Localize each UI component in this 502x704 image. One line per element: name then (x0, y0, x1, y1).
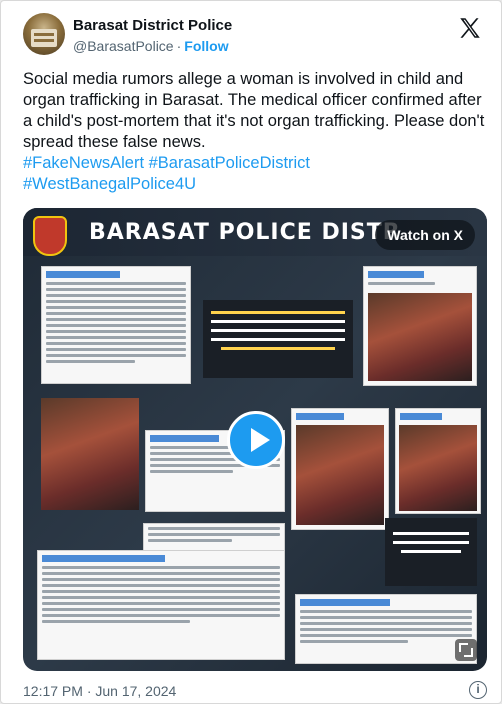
tweet-header: Barasat District Police @BarasatPolice · F… (23, 13, 489, 57)
tweet-body: Social media rumors allege a woman is in… (23, 69, 485, 195)
tweet-text: Social media rumors allege a woman is in… (23, 70, 485, 151)
collage-post-5 (395, 408, 481, 514)
tweet-hashtags[interactable]: #FakeNewsAlert #BarasatPoliceDistrict #W… (23, 153, 485, 195)
collage-photo (296, 425, 384, 525)
police-badge-icon (33, 216, 67, 256)
collage-photo (368, 293, 472, 381)
tweet-timestamp[interactable]: 12:17 PM · Jun 17, 2024 (23, 683, 176, 699)
watch-on-x-button[interactable]: Watch on X (375, 220, 475, 250)
handle-row: @BarasatPolice · Follow (73, 38, 229, 54)
collage-post-1 (41, 266, 191, 384)
collage-post-7 (37, 550, 285, 660)
follow-button[interactable]: Follow (184, 38, 228, 54)
separator-dot: · (176, 38, 182, 54)
info-icon[interactable]: i (469, 681, 487, 699)
collage-photo (399, 425, 477, 511)
video-thumbnail[interactable]: BARASAT POLICE DISTR Watch on X (23, 208, 487, 671)
collage-photo (41, 398, 139, 510)
collage-dark-notice (203, 300, 353, 378)
banner-title: BARASAT POLICE DISTR (89, 220, 401, 245)
avatar[interactable] (23, 13, 65, 55)
tweet-card: Barasat District Police @BarasatPolice · F… (0, 0, 502, 704)
expand-icon[interactable] (455, 639, 477, 661)
collage-post-4 (291, 408, 389, 530)
account-handle[interactable]: @BarasatPolice (73, 38, 174, 54)
collage-post-8 (295, 594, 477, 664)
account-name[interactable]: Barasat District Police (73, 17, 232, 34)
x-logo-icon[interactable] (457, 15, 483, 41)
play-icon[interactable] (227, 411, 285, 469)
collage-dark-notice-2 (385, 518, 477, 586)
collage-post-2 (363, 266, 477, 386)
